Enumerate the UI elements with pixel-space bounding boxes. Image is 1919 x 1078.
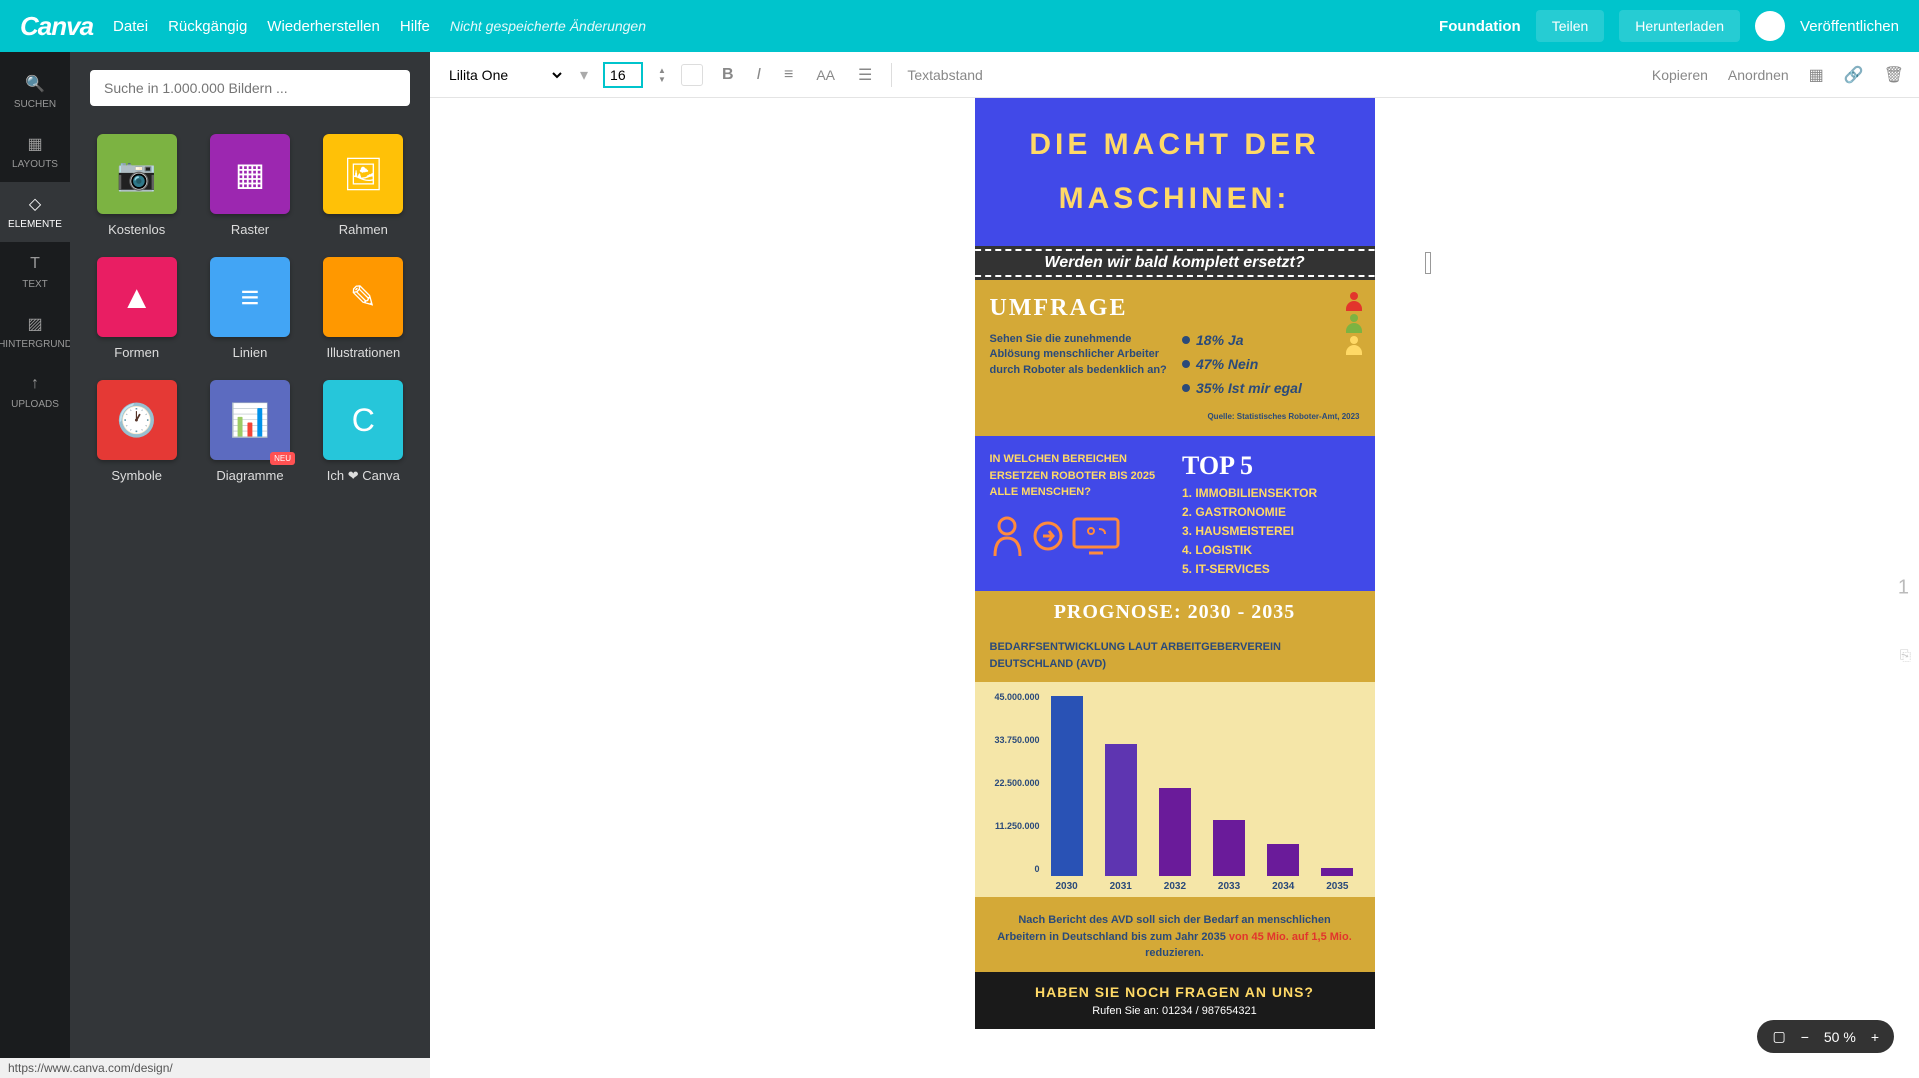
elemente-icon: ◇ <box>25 194 45 214</box>
arrow-icon <box>1033 521 1063 551</box>
search-input[interactable] <box>90 70 410 106</box>
page-number: 1 <box>1898 577 1909 600</box>
save-status: Nicht gespeicherte Änderungen <box>450 18 646 34</box>
bar-2034: 2034 <box>1263 844 1303 892</box>
bar-2030: 2030 <box>1047 696 1087 892</box>
design-footer[interactable]: HABEN SIE NOCH FRAGEN AN UNS? Rufen Sie … <box>975 972 1375 1029</box>
design-top5[interactable]: IN WELCHEN BEREICHEN ERSETZEN ROBOTER BI… <box>975 436 1375 591</box>
arrange-button[interactable]: Anordnen <box>1728 67 1789 83</box>
monitor-icon <box>1071 516 1121 556</box>
nav-suchen[interactable]: 🔍SUCHEN <box>0 62 70 122</box>
foundation-label[interactable]: Foundation <box>1439 18 1521 35</box>
italic-button[interactable]: I <box>753 62 765 88</box>
zoom-controls[interactable]: ▢ − 50 % + <box>1757 1020 1894 1053</box>
tile-kostenlos[interactable]: 📷Kostenlos <box>90 134 183 237</box>
publish-button[interactable]: Veröffentlichen <box>1800 18 1899 35</box>
transparency-icon[interactable]: ▦ <box>1809 65 1824 85</box>
design-prognose[interactable]: PROGNOSE: 2030 - 2035 BEDARFSENTWICKLUNG… <box>975 591 1375 972</box>
font-select[interactable]: Lilita One <box>445 66 565 84</box>
download-button[interactable]: Herunterladen <box>1619 10 1740 42</box>
nav-uploads[interactable]: ↑UPLOADS <box>0 362 70 422</box>
menu-file[interactable]: Datei <box>113 18 148 35</box>
status-bar-url: https://www.canva.com/design/ <box>0 1058 430 1078</box>
link-icon[interactable]: 🔗 <box>1844 65 1864 85</box>
canva-logo[interactable]: Canva <box>20 11 93 42</box>
uploads-icon: ↑ <box>25 374 45 394</box>
bar-2033: 2033 <box>1209 820 1249 892</box>
delete-icon[interactable]: 🗑 <box>1884 65 1904 85</box>
spacing-button[interactable]: Textabstand <box>907 67 983 83</box>
bold-button[interactable]: B <box>718 62 738 88</box>
tile-ichcanva[interactable]: CIch ❤ Canva <box>317 380 410 484</box>
design-subheader-selected[interactable]: Werden wir bald komplett ersetzt? <box>975 246 1375 280</box>
zoom-out-icon[interactable]: − <box>1801 1029 1809 1045</box>
design-header[interactable]: DIE MACHT DER MASCHINEN: <box>975 98 1375 246</box>
tile-linien[interactable]: ≡Linien <box>203 257 296 360</box>
nav-layouts[interactable]: ▦LAYOUTS <box>0 122 70 182</box>
copy-button[interactable]: Kopieren <box>1652 67 1708 83</box>
person-icon <box>990 516 1025 556</box>
bar-2032: 2032 <box>1155 788 1195 892</box>
list-button[interactable]: ☰ <box>854 61 876 89</box>
tile-rahmen[interactable]: 🖼Rahmen <box>317 134 410 237</box>
resize-handle-right[interactable] <box>1425 252 1431 274</box>
bar-2031: 2031 <box>1101 744 1141 892</box>
share-button[interactable]: Teilen <box>1536 10 1605 42</box>
zoom-in-icon[interactable]: + <box>1871 1029 1879 1045</box>
menu-help[interactable]: Hilfe <box>400 18 430 35</box>
nav-hintergrund[interactable]: ▨HINTERGRUND <box>0 302 70 362</box>
copy-page-icon[interactable]: ⎘ <box>1900 647 1911 664</box>
menu-redo[interactable]: Wiederherstellen <box>267 18 380 35</box>
text-icon: T <box>25 254 45 274</box>
tile-formen[interactable]: ▲Formen <box>90 257 183 360</box>
hintergrund-icon: ▨ <box>25 314 45 334</box>
tile-symbole[interactable]: 🕐Symbole <box>90 380 183 484</box>
suchen-icon: 🔍 <box>25 74 45 94</box>
nav-text[interactable]: TTEXT <box>0 242 70 302</box>
tile-diagramme[interactable]: 📊NEUDiagramme <box>203 380 296 484</box>
bar-2035: 2035 <box>1317 868 1357 892</box>
layouts-icon: ▦ <box>25 134 45 154</box>
design-canvas[interactable]: DIE MACHT DER MASCHINEN: Werden wir bald… <box>975 98 1375 1029</box>
present-icon[interactable]: ▢ <box>1772 1028 1785 1045</box>
font-size-input[interactable] <box>603 62 643 88</box>
size-stepper[interactable]: ▲▼ <box>658 66 666 84</box>
nav-elemente[interactable]: ◇ELEMENTE <box>0 182 70 242</box>
align-button[interactable]: ≡ <box>780 62 797 88</box>
tile-raster[interactable]: ▦Raster <box>203 134 296 237</box>
zoom-level: 50 % <box>1824 1029 1856 1045</box>
design-umfrage[interactable]: UMFRAGE Sehen Sie die zunehmende Ablösun… <box>975 280 1375 436</box>
tile-illustrationen[interactable]: ✎Illustrationen <box>317 257 410 360</box>
text-color-swatch[interactable] <box>681 64 703 86</box>
menu-undo[interactable]: Rückgängig <box>168 18 247 35</box>
uppercase-button[interactable]: AA <box>812 63 839 87</box>
user-avatar[interactable] <box>1755 11 1785 41</box>
